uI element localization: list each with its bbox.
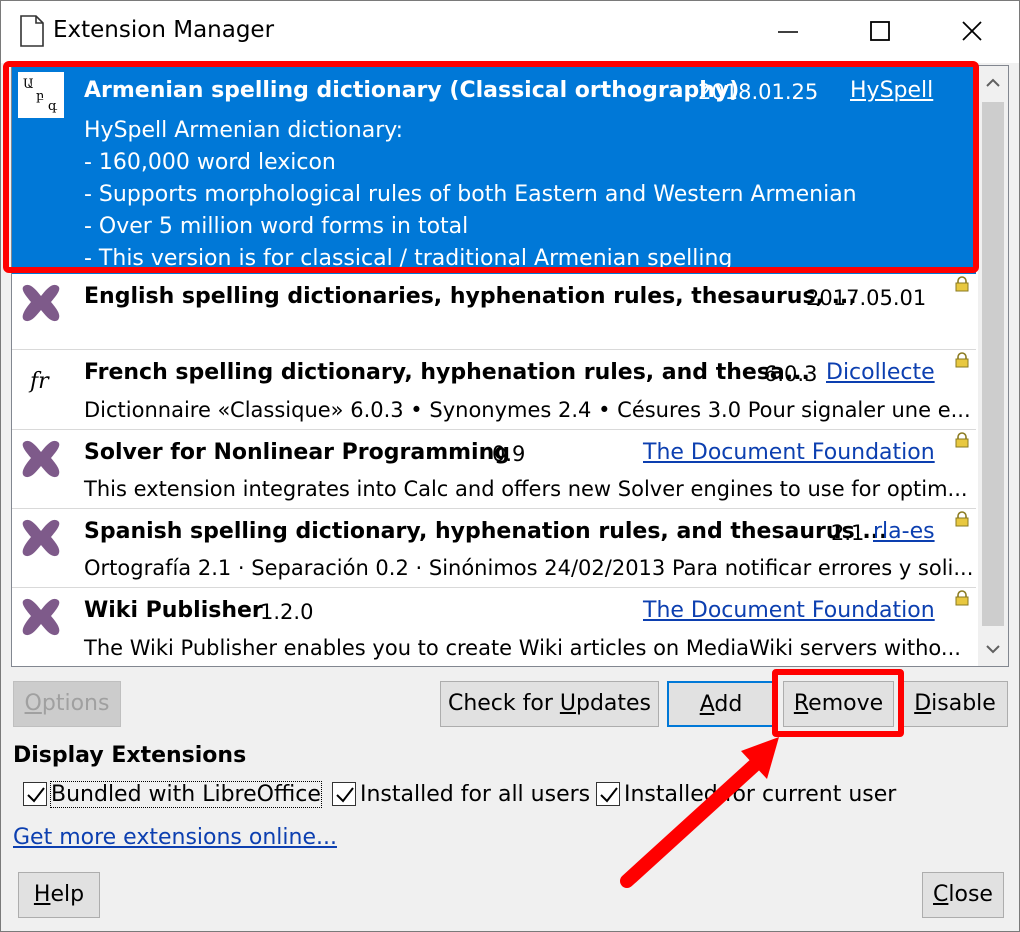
installed-all-users-checkbox[interactable]: Installed for all users bbox=[332, 781, 590, 811]
extension-item-french[interactable]: fr French spelling dictionary, hyphenati… bbox=[12, 350, 976, 430]
highlight-box-selected-extension bbox=[3, 61, 979, 273]
checkbox-box[interactable] bbox=[332, 782, 356, 806]
extension-publisher-link[interactable]: rla-es bbox=[873, 519, 935, 544]
puzzle-piece-icon bbox=[22, 440, 60, 478]
extension-name: Wiki Publisher bbox=[84, 598, 263, 623]
lock-icon bbox=[955, 432, 969, 448]
chevron-up-icon[interactable] bbox=[978, 66, 1008, 100]
extension-name: Spanish spelling dictionary, hyphenation… bbox=[84, 519, 888, 544]
extension-version: 2017.05.01 bbox=[806, 286, 927, 310]
extension-version: 2.1 bbox=[831, 521, 865, 545]
checkmark-icon bbox=[336, 787, 354, 803]
extension-description: Ortografía 2.1 · Separación 0.2 · Sinóni… bbox=[84, 556, 974, 580]
help-button[interactable]: Help bbox=[18, 872, 100, 918]
document-app-icon bbox=[20, 15, 44, 47]
svg-text:fr: fr bbox=[28, 369, 50, 394]
lock-icon bbox=[955, 276, 969, 292]
maximize-icon bbox=[870, 21, 890, 41]
window-close-button[interactable] bbox=[926, 1, 1018, 63]
extension-version: 0.9 bbox=[492, 442, 526, 466]
extension-name: French spelling dictionary, hyphenation … bbox=[84, 360, 810, 385]
checkbox-label: Bundled with LibreOffice bbox=[50, 780, 322, 808]
extension-item-english[interactable]: English spelling dictionaries, hyphenati… bbox=[12, 274, 976, 350]
extension-manager-window: Extension Manager Ա բ գ Armenian spellin… bbox=[0, 0, 1020, 932]
maximize-button[interactable] bbox=[834, 1, 926, 63]
checkmark-icon bbox=[27, 787, 45, 803]
extension-description: This extension integrates into Calc and … bbox=[84, 477, 968, 501]
puzzle-piece-icon bbox=[22, 598, 60, 636]
scrollbar-thumb[interactable] bbox=[982, 102, 1004, 626]
minimize-button[interactable] bbox=[742, 1, 834, 63]
extension-version: 1.2.0 bbox=[260, 600, 314, 624]
get-more-extensions-link[interactable]: Get more extensions online... bbox=[13, 825, 337, 850]
vertical-scrollbar[interactable] bbox=[978, 66, 1008, 666]
extension-description: The Wiki Publisher enables you to create… bbox=[84, 636, 961, 660]
puzzle-piece-icon bbox=[22, 284, 60, 322]
disable-button[interactable]: Disable bbox=[902, 681, 1008, 727]
title-bar: Extension Manager bbox=[1, 1, 1019, 63]
checkbox-box[interactable] bbox=[23, 782, 47, 806]
chevron-down-icon[interactable] bbox=[978, 632, 1008, 666]
fr-text-icon: fr bbox=[28, 369, 50, 394]
extension-publisher-link[interactable]: The Document Foundation bbox=[643, 598, 935, 623]
extension-publisher-link[interactable]: Dicollecte bbox=[826, 360, 935, 385]
extension-item-spanish[interactable]: Spanish spelling dictionary, hyphenation… bbox=[12, 509, 976, 588]
close-button[interactable]: Close bbox=[922, 872, 1004, 918]
display-extensions-label: Display Extensions bbox=[13, 743, 247, 768]
lock-icon bbox=[955, 352, 969, 368]
extension-publisher-link[interactable]: The Document Foundation bbox=[643, 440, 935, 465]
extension-version: 6.0.3 bbox=[764, 362, 818, 386]
extension-name: English spelling dictionaries, hyphenati… bbox=[84, 284, 857, 309]
extension-description: Dictionnaire «Classique» 6.0.3 • Synonym… bbox=[84, 398, 971, 422]
options-button[interactable]: Options bbox=[13, 681, 121, 727]
red-arrow-annotation bbox=[620, 737, 779, 888]
minimize-icon bbox=[778, 31, 798, 33]
extension-item-wiki-publisher[interactable]: Wiki Publisher 1.2.0 The Document Founda… bbox=[12, 588, 976, 666]
window-title: Extension Manager bbox=[53, 17, 275, 43]
lock-icon bbox=[955, 590, 969, 606]
lock-icon bbox=[955, 511, 969, 527]
puzzle-piece-icon bbox=[22, 519, 60, 557]
bundled-checkbox[interactable]: Bundled with LibreOffice bbox=[23, 780, 322, 811]
extension-item-solver[interactable]: Solver for Nonlinear Programming 0.9 The… bbox=[12, 430, 976, 509]
close-icon bbox=[962, 21, 982, 41]
extension-name: Solver for Nonlinear Programming bbox=[84, 440, 511, 465]
checkbox-label: Installed for all users bbox=[360, 781, 591, 807]
